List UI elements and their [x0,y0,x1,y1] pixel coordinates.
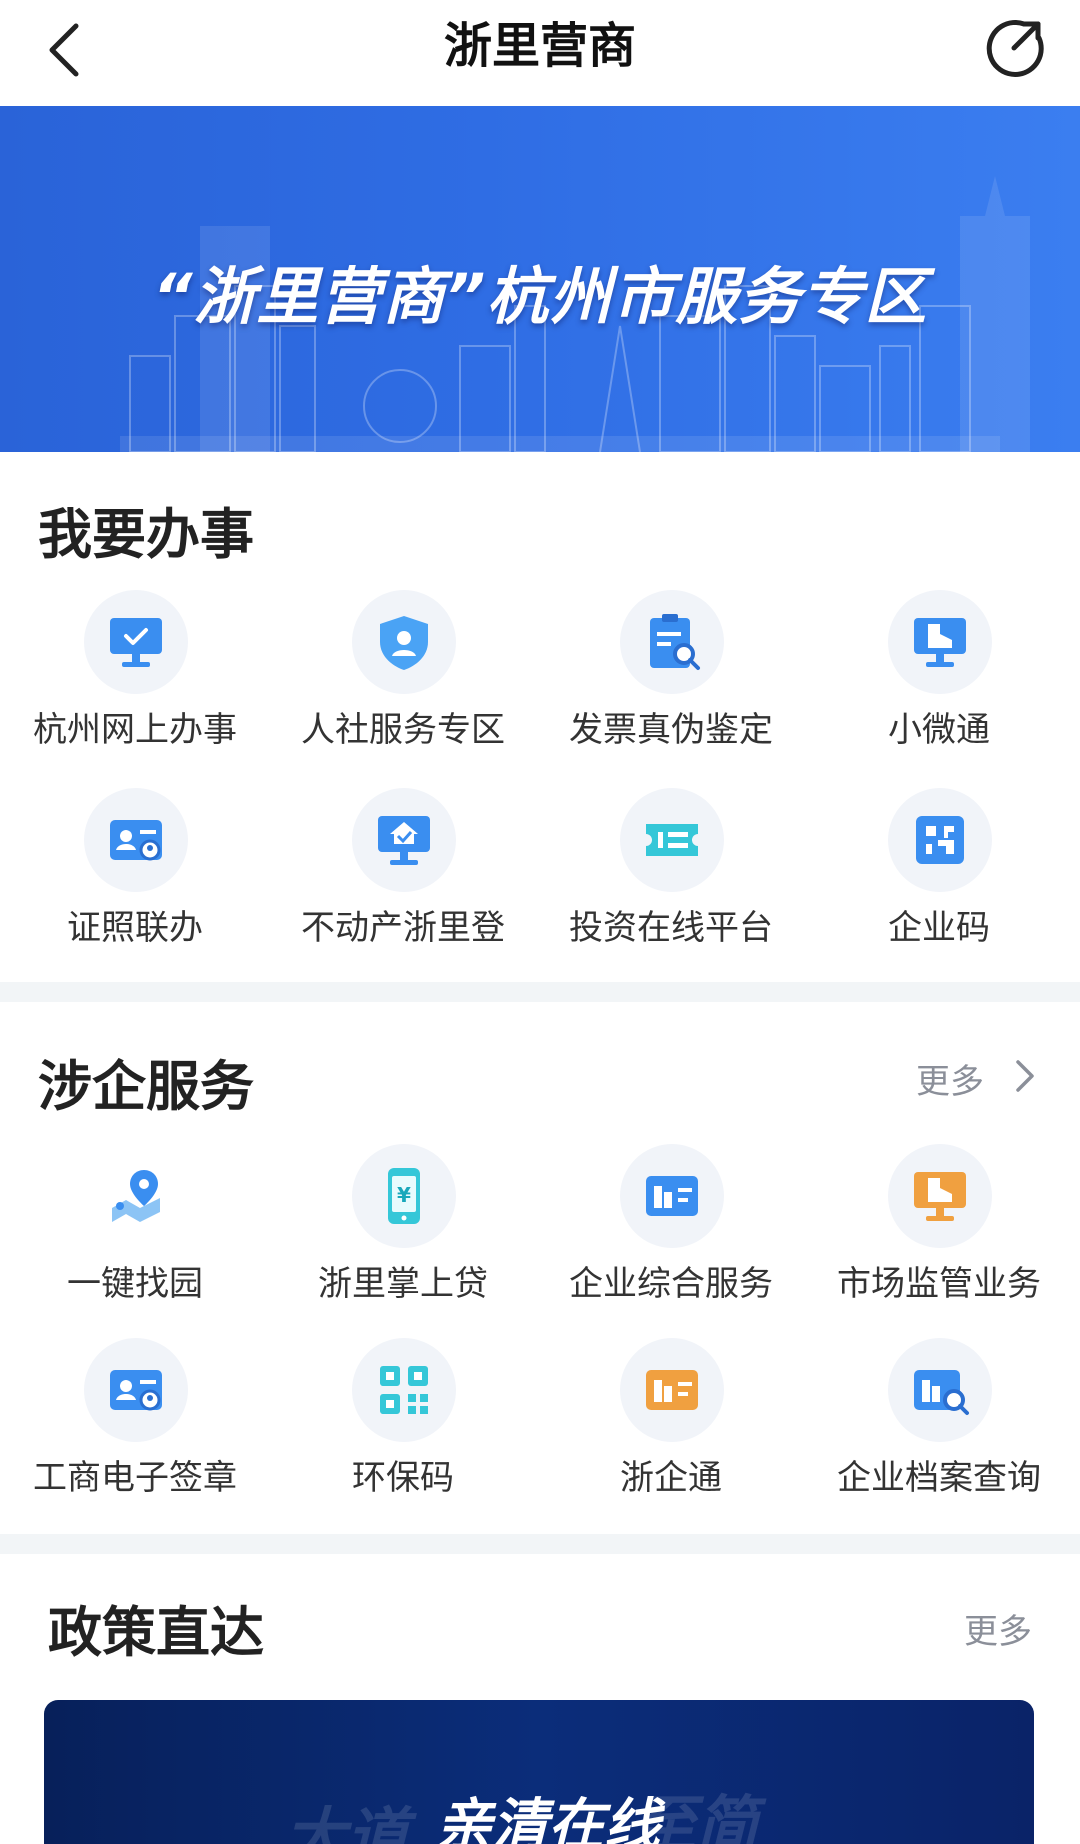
share-icon[interactable] [984,16,1046,78]
service-hangzhou-online[interactable]: 杭州网上办事 [0,590,270,770]
invoice-search-icon [650,614,700,670]
service-eco-code[interactable]: 环保码 [268,1338,538,1518]
service-label: 杭州网上办事 [33,710,237,750]
service-label: 小微通 [888,710,990,750]
hero-banner[interactable]: “浙里营商”杭州市服务专区 [0,106,1080,452]
service-enterprise-code[interactable]: 企业码 [804,788,1074,968]
qr-scan-icon [916,816,964,864]
qr-code-icon [380,1366,428,1414]
service-social-security[interactable]: 人社服务专区 [268,590,538,770]
computer-building-orange-icon [914,1172,966,1221]
service-archive-query[interactable]: 企业档案查询 [804,1338,1074,1518]
service-label: 不动产浙里登 [301,908,505,948]
service-label: 企业码 [888,908,990,948]
top-nav-bar: 浙里营商 [0,0,1080,100]
shield-person-icon [380,616,428,670]
banner-title: “浙里营商”杭州市服务专区 [152,260,928,333]
section-enterprise-services: 涉企服务 更多 一键找园 ¥ 浙里掌上贷 企业综合服务 市场监管业务 工商电子签… [0,1002,1080,1534]
phone-yuan-icon: ¥ [388,1168,420,1224]
service-xiaoweitong[interactable]: 小微通 [804,590,1074,770]
service-zheqitong[interactable]: 浙企通 [536,1338,806,1518]
service-label: 浙企通 [620,1458,722,1498]
chevron-right-icon[interactable] [1012,1056,1038,1096]
service-label: 人社服务专区 [301,710,505,750]
page-title: 浙里营商 [443,18,636,74]
id-card-icon [110,820,162,861]
service-label: 证照联办 [67,908,203,948]
service-label: 浙里掌上贷 [318,1264,488,1304]
card-title: 亲清在线 [436,1793,660,1844]
id-card-icon [110,1370,162,1411]
service-market-supervision[interactable]: 市场监管业务 [804,1144,1074,1324]
service-label: 企业综合服务 [569,1264,773,1304]
service-investment-platform[interactable]: 投资在线平台 [536,788,806,968]
service-enterprise-comprehensive[interactable]: 企业综合服务 [536,1144,806,1324]
section-title-todo: 我要办事 [38,503,254,566]
section-todo: 我要办事 杭州网上办事 人社服务专区 发票真伪鉴定 小微通 证照联办 不动产浙里… [0,452,1080,982]
service-label: 企业档案查询 [837,1458,1041,1498]
service-find-park[interactable]: 一键找园 [0,1144,270,1324]
computer-building-icon [914,618,966,667]
map-pin-icon [112,1170,160,1222]
service-real-estate[interactable]: 不动产浙里登 [268,788,538,968]
service-label: 投资在线平台 [569,908,773,948]
service-invoice-check[interactable]: 发票真伪鉴定 [536,590,806,770]
card-ghost-text: 大道 [284,1800,409,1844]
section-title-policy: 政策直达 [48,1601,264,1664]
computer-check-icon [110,618,162,667]
svg-text:¥: ¥ [397,1183,411,1207]
more-link[interactable]: 更多 [916,1054,984,1103]
building-search-icon [914,1370,969,1415]
service-license-joint[interactable]: 证照联办 [0,788,270,968]
computer-house-icon [378,816,430,865]
section-divider [0,1534,1080,1554]
service-mobile-loan[interactable]: ¥ 浙里掌上贷 [268,1144,538,1324]
service-label: 环保码 [352,1458,454,1498]
section-divider [0,982,1080,1002]
service-label: 市场监管业务 [837,1264,1041,1304]
service-label: 工商电子签章 [33,1458,237,1498]
ticket-icon [646,824,698,856]
more-link[interactable]: 更多 [964,1604,1032,1653]
section-title-enterprise: 涉企服务 [38,1055,254,1118]
service-label: 发票真伪鉴定 [569,710,773,750]
building-card-orange-icon [646,1370,698,1410]
policy-banner-card[interactable]: 大道 至简 亲清在线 [44,1700,1034,1844]
building-card-icon [646,1176,698,1216]
service-e-signature[interactable]: 工商电子签章 [0,1338,270,1518]
service-label: 一键找园 [67,1264,203,1304]
